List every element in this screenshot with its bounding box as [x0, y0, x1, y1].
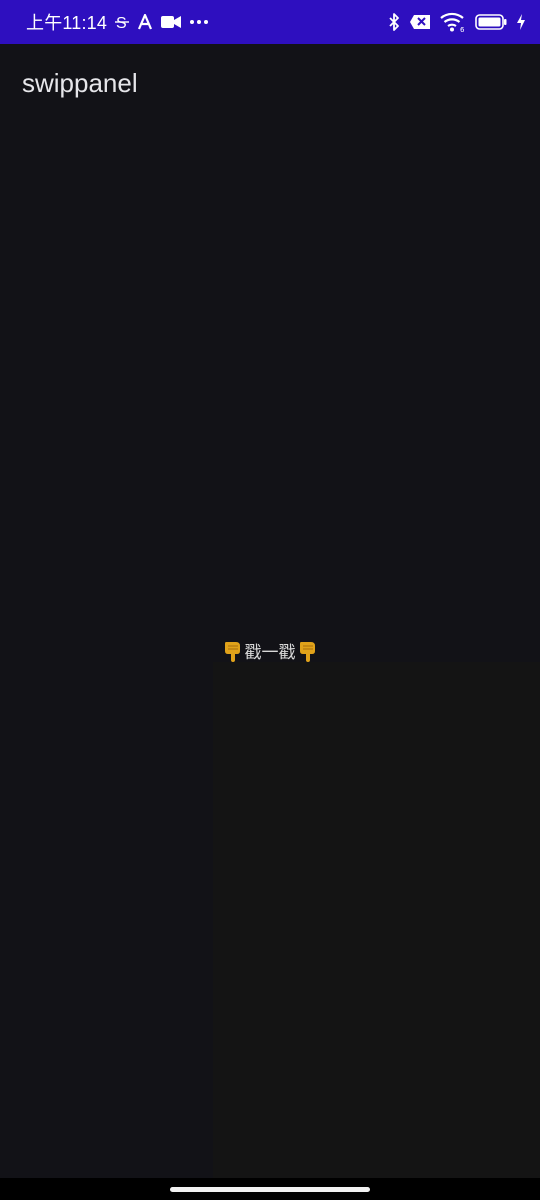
- s-sync-icon: S: [115, 12, 130, 32]
- status-bar: 上午11:14 S 6: [0, 0, 540, 44]
- status-left-group: 上午11:14 S: [26, 9, 209, 35]
- app-content: swippanel 戳一戳: [0, 44, 540, 1178]
- charging-bolt-icon: [516, 12, 526, 32]
- more-dots-icon: [189, 12, 209, 32]
- poke-label: 戳一戳: [244, 643, 296, 663]
- a-font-icon: [137, 12, 153, 32]
- poke-hint[interactable]: 戳一戳: [0, 638, 540, 663]
- svg-text:S: S: [116, 15, 127, 31]
- wifi-icon: 6: [440, 12, 466, 32]
- video-camera-icon: [161, 12, 182, 32]
- app-title: swippanel: [22, 68, 138, 98]
- pointing-down-hand-icon: [223, 640, 243, 662]
- pointing-down-hand-icon: [298, 640, 318, 662]
- bluetooth-icon: [388, 12, 400, 32]
- battery-icon: [475, 12, 507, 32]
- swipe-panel[interactable]: [213, 662, 540, 1178]
- navigation-bar: [0, 1178, 540, 1200]
- status-time: 上午11:14: [26, 13, 108, 33]
- status-right-group: 6: [388, 12, 526, 32]
- home-indicator[interactable]: [170, 1187, 370, 1192]
- sim-off-icon: [409, 12, 431, 32]
- wifi-generation-label: 6: [460, 26, 465, 32]
